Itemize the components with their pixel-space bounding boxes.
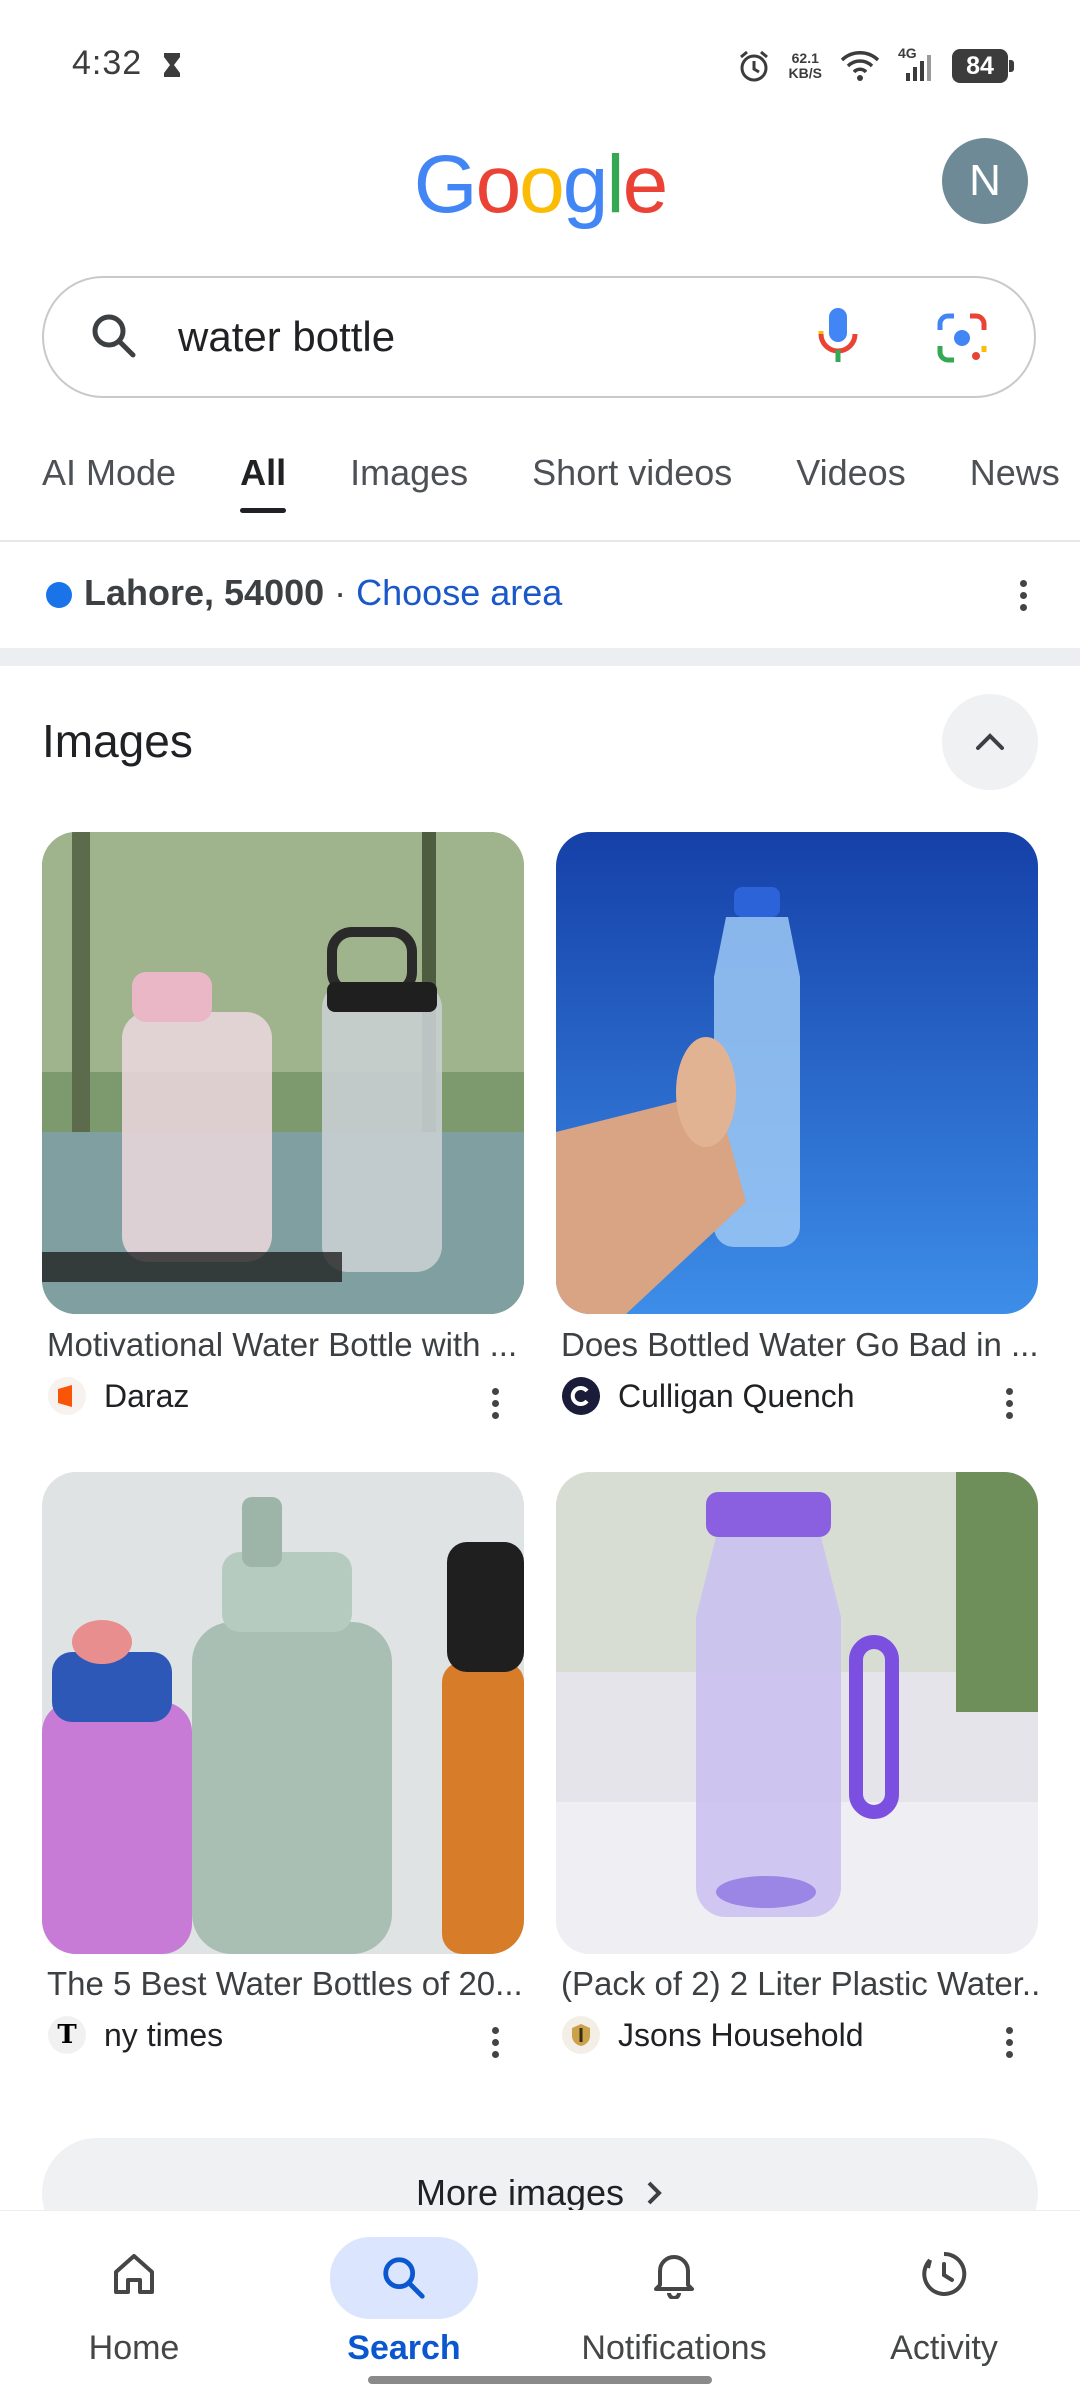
more-images-label: More images [415,2172,625,2213]
collapse-button[interactable] [942,694,1038,790]
battery-level: 84 [966,51,994,80]
bell-icon [654,2254,694,2300]
result-more-icon[interactable] [1004,1388,1014,1419]
location-dot-icon [46,582,72,608]
microphone-icon[interactable] [818,306,858,366]
image-result-thumbnail[interactable] [556,1472,1038,1954]
tab-news[interactable]: News [970,452,1060,532]
chevron-up-icon [976,733,1004,750]
culligan-logo-icon [562,1377,600,1415]
account-avatar[interactable]: N [942,138,1028,224]
location-separator: · [324,572,357,613]
logo-letter: o [475,139,522,230]
time-text: 4:32 [72,44,143,82]
logo-letter: G [413,139,478,230]
nav-home-label: Home [88,2329,180,2367]
image-result-title[interactable]: (Pack of 2) 2 Liter Plastic Water... [561,1965,1041,2003]
activity-history-icon [922,2251,967,2296]
tab-short-videos[interactable]: Short videos [532,452,732,532]
wifi-icon [840,51,880,81]
network-type: 4G [898,45,917,61]
search-icon [92,314,136,358]
net-speed: 62.1 KB/S [789,51,822,81]
search-input[interactable]: water bottle [178,313,395,361]
logo-letter: o [519,139,565,230]
alarm-icon [739,50,768,82]
google-lens-icon[interactable] [936,312,988,364]
bottle-photo-3 [42,1472,524,1954]
image-result-source[interactable]: Daraz [104,1378,189,1415]
gesture-home-bar[interactable] [368,2376,712,2384]
result-more-icon[interactable] [1004,2027,1014,2058]
location-place: Lahore, 54000 [84,572,325,613]
image-result-title[interactable]: The 5 Best Water Bottles of 20... [47,1965,527,2003]
bottle-photo-4 [556,1472,1038,1954]
image-result-title[interactable]: Motivational Water Bottle with ... [47,1326,527,1364]
tab-all[interactable]: All [240,452,287,532]
image-result-source[interactable]: ny times [104,2017,223,2054]
tab-images[interactable]: Images [350,452,468,532]
image-result-title[interactable]: Does Bottled Water Go Bad in ... [561,1326,1041,1364]
logo-letter: g [562,139,609,230]
bottom-navigation: Home Search Notifications Activity [0,2210,1080,2401]
image-result-source[interactable]: Culligan Quench [618,1378,855,1415]
search-tabs: AI Mode All Images Short videos Videos News [42,452,1060,532]
bottle-photo-1 [42,832,524,1314]
net-speed-unit: KB/S [788,65,822,81]
tab-ai-mode[interactable]: AI Mode [42,452,176,532]
bottle-photo-2 [556,832,1038,1314]
home-icon [114,2253,154,2294]
avatar-initial: N [969,156,1001,205]
hourglass-icon [163,53,180,78]
nav-notifications-label: Notifications [581,2329,767,2367]
status-time: 4:32 [72,44,183,83]
image-result-thumbnail[interactable] [42,832,524,1314]
search-nav-icon [383,2257,425,2299]
chevron-right-icon [647,2181,662,2205]
nav-search[interactable]: Search [294,2237,514,2368]
nav-notifications[interactable]: Notifications [564,2237,784,2368]
nav-activity-label: Activity [890,2329,998,2367]
choose-area-link[interactable]: Choose area [356,572,562,613]
logo-letter: e [622,139,669,230]
tabs-divider [0,540,1080,542]
daraz-logo-icon [48,1377,86,1415]
location-row: Lahore, 54000 · Choose area [84,572,562,614]
status-icons: 62.1 KB/S 4G 84 [737,44,1014,88]
cell-signal: 4G [898,45,934,83]
logo-letter: l [606,139,624,230]
images-section-title: Images [42,715,193,767]
nav-activity[interactable]: Activity [834,2237,1054,2368]
battery-indicator: 84 [952,49,1014,83]
tab-videos[interactable]: Videos [796,452,905,532]
location-more-icon[interactable] [1018,580,1028,611]
google-logo[interactable]: Google [0,138,1080,232]
nyt-logo-icon: T [48,2016,86,2054]
jsons-household-logo-icon [562,2016,600,2054]
result-more-icon[interactable] [490,1388,500,1419]
section-divider [0,648,1080,666]
image-result-thumbnail[interactable] [42,1472,524,1954]
result-more-icon[interactable] [490,2027,500,2058]
net-speed-value: 62.1 [791,50,819,66]
nav-home[interactable]: Home [24,2237,244,2368]
image-result-source[interactable]: Jsons Household [618,2017,863,2054]
nav-search-label: Search [347,2329,461,2367]
image-result-thumbnail[interactable] [556,832,1038,1314]
